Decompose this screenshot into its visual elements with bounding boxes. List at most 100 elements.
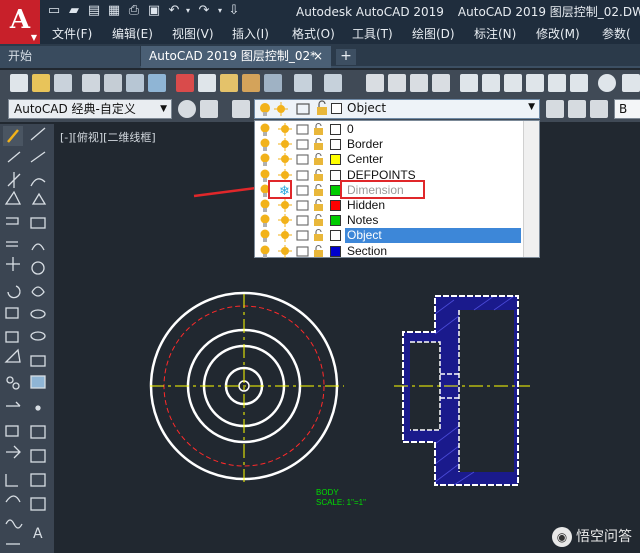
chevron-down-icon: ▼ <box>160 104 167 114</box>
layer-color-swatch <box>331 103 342 114</box>
section-view <box>394 295 530 486</box>
menu-parametric[interactable]: 参数( <box>602 25 631 42</box>
menu-dimension[interactable]: 标注(N) <box>474 25 516 42</box>
layer-row-hidden[interactable]: Hidden <box>255 198 539 213</box>
zoom-realtime-icon[interactable] <box>388 74 406 92</box>
layer-state-icons[interactable] <box>257 244 327 259</box>
publish-icon[interactable] <box>126 74 144 92</box>
save-icon[interactable] <box>54 74 72 92</box>
layer-row-notes[interactable]: Notes <box>255 213 539 228</box>
layer-name: Center <box>347 152 384 167</box>
tab-drawing-label: AutoCAD 2019 图层控制_02* <box>149 49 317 63</box>
menu-tools[interactable]: 工具(T) <box>352 25 393 42</box>
application-menu-button[interactable]: A ▼ <box>0 0 40 44</box>
menu-file[interactable]: 文件(F) <box>52 25 92 42</box>
layer-row-border[interactable]: Border <box>255 137 539 152</box>
undo-icon[interactable] <box>294 74 312 92</box>
redo-icon[interactable] <box>324 74 342 92</box>
save-as-icon[interactable]: ▦ <box>106 3 122 19</box>
tab-drawing[interactable]: AutoCAD 2019 图层控制_02* × <box>141 46 331 68</box>
layer-previous-icon[interactable] <box>568 100 586 118</box>
layer-name: 0 <box>347 122 354 136</box>
plot-preview-icon[interactable] <box>104 74 122 92</box>
menu-modify[interactable]: 修改(M) <box>536 25 580 42</box>
close-icon[interactable]: × <box>313 46 323 66</box>
new-tab-button[interactable]: + <box>336 49 356 65</box>
print-icon[interactable]: ⎙ <box>126 3 142 19</box>
sheet-set-icon[interactable] <box>526 74 544 92</box>
layer-color-swatch <box>330 139 341 151</box>
block-editor-icon[interactable] <box>264 74 282 92</box>
tab-start-label: 开始 <box>8 49 33 63</box>
open-file-icon[interactable]: ▰ <box>66 3 82 19</box>
layer-states-icon[interactable] <box>590 100 608 118</box>
file-tab-bar: 开始 AutoCAD 2019 图层控制_02* × + <box>0 44 640 68</box>
drawing-note: BODY SCALE: 1"=1" <box>316 488 366 508</box>
workspace-select[interactable]: AutoCAD 经典-自定义 ▼ <box>8 99 172 119</box>
menu-edit[interactable]: 编辑(E) <box>112 25 153 42</box>
redo-icon[interactable]: ↷ <box>196 3 212 19</box>
dropdown-scrollbar[interactable] <box>523 121 539 257</box>
publish-icon[interactable]: ▣ <box>146 3 162 19</box>
workspace-settings-icon[interactable] <box>200 100 218 118</box>
new-file-icon[interactable]: ▭ <box>46 3 62 19</box>
zoom-window-icon[interactable] <box>410 74 428 92</box>
workspace-label: AutoCAD 经典-自定义 <box>14 102 136 116</box>
layer-color-swatch <box>330 215 341 227</box>
cut-icon[interactable] <box>176 74 194 92</box>
layer-color-swatch <box>330 154 341 166</box>
make-current-icon[interactable] <box>546 100 564 118</box>
customize-qat-icon[interactable]: ⇩ <box>226 3 242 19</box>
3d-print-icon[interactable] <box>148 74 166 92</box>
watermark-text: 悟空问答 <box>576 529 632 545</box>
note-line-2: SCALE: 1"=1" <box>316 498 366 507</box>
paste-icon[interactable] <box>220 74 238 92</box>
menu-draw[interactable]: 绘图(D) <box>412 25 455 42</box>
help-icon[interactable] <box>598 74 616 92</box>
layer-row-section[interactable]: Section <box>255 244 539 259</box>
pan-icon[interactable] <box>366 74 384 92</box>
layer-color-swatch <box>330 230 341 242</box>
tool-palettes-icon[interactable] <box>504 74 522 92</box>
match-properties-icon[interactable] <box>242 74 260 92</box>
layer-state-icons[interactable] <box>257 228 327 243</box>
svg-text:A: A <box>33 526 43 542</box>
new-icon[interactable] <box>10 74 28 92</box>
color-control[interactable]: B <box>614 99 640 119</box>
layer-state-icons[interactable] <box>257 152 327 167</box>
copy-icon[interactable] <box>198 74 216 92</box>
layer-name: Notes <box>347 213 379 228</box>
app-name: Autodesk AutoCAD 2019 <box>296 5 444 19</box>
layer-state-icons[interactable] <box>257 137 327 152</box>
layer-row-object[interactable]: Object <box>255 228 539 244</box>
layer-highlight <box>340 180 425 199</box>
plot-icon[interactable] <box>82 74 100 92</box>
menu-insert[interactable]: 插入(I) <box>232 25 269 42</box>
menu-format[interactable]: 格式(O) <box>292 25 335 42</box>
chevron-down-icon: ▼ <box>30 32 37 42</box>
left-toolbars: A <box>0 124 54 553</box>
properties-icon[interactable] <box>460 74 478 92</box>
layer-control-combo[interactable]: Object ▼ <box>254 99 540 119</box>
zoom-previous-icon[interactable] <box>432 74 450 92</box>
tab-start[interactable]: 开始 <box>0 46 140 68</box>
calculator-icon[interactable] <box>570 74 588 92</box>
color-control-label: B <box>619 102 628 116</box>
layer-color-swatch <box>330 245 341 257</box>
open-icon[interactable] <box>32 74 50 92</box>
design-center-icon[interactable] <box>482 74 500 92</box>
markup-icon[interactable] <box>548 74 566 92</box>
layer-state-icons[interactable] <box>257 122 327 137</box>
gear-icon[interactable] <box>178 100 196 118</box>
menu-view[interactable]: 视图(V) <box>172 25 214 42</box>
tool-icons: A <box>3 126 47 545</box>
undo-dropdown-icon[interactable]: ▾ <box>180 3 196 19</box>
layer-state-icons[interactable] <box>257 198 327 213</box>
layer-state-icons[interactable] <box>257 213 327 228</box>
layer-row-center[interactable]: Center <box>255 152 539 167</box>
save-icon[interactable]: ▤ <box>86 3 102 19</box>
text-icon[interactable] <box>622 74 640 92</box>
layer-properties-icon[interactable] <box>232 100 250 118</box>
window-title: Autodesk AutoCAD 2019 AutoCAD 2019 图层控制_0… <box>296 3 640 20</box>
layer-row-0[interactable]: 0 <box>255 122 539 137</box>
